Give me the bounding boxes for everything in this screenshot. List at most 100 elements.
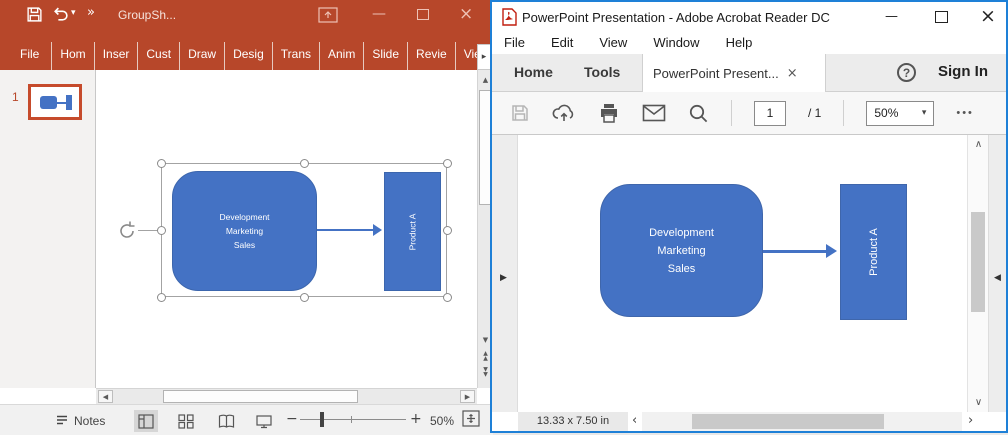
zoom-slider-thumb[interactable] bbox=[320, 412, 324, 427]
selection-handle-top-center[interactable] bbox=[300, 159, 309, 168]
zoom-percentage[interactable]: 50% bbox=[430, 414, 454, 428]
screen: ▾ » GroupSh... — × File Hom Inser Cust D… bbox=[0, 0, 1008, 435]
selection-handle-bottom-left[interactable] bbox=[157, 293, 166, 302]
ribbon-tab-scroll-right[interactable]: ▸ bbox=[477, 44, 491, 70]
menu-file[interactable]: File bbox=[504, 35, 525, 50]
thumbnail-process-shape bbox=[40, 96, 57, 109]
scroll-left-arrow[interactable]: ◀ bbox=[98, 390, 113, 403]
page-number-input[interactable]: 1 bbox=[754, 101, 786, 126]
selection-handle-middle-right[interactable] bbox=[443, 226, 452, 235]
selection-handle-top-left[interactable] bbox=[157, 159, 166, 168]
zoom-out-button[interactable]: − bbox=[286, 411, 298, 427]
pdf-connector-arrowhead bbox=[826, 244, 837, 258]
slide-1-thumbnail[interactable] bbox=[28, 84, 82, 120]
save-icon[interactable] bbox=[26, 6, 43, 28]
ppt-tab-file[interactable]: File bbox=[8, 42, 52, 70]
zoom-in-button[interactable]: + bbox=[410, 411, 422, 427]
zoom-slider-track[interactable] bbox=[300, 419, 406, 420]
ppt-close-button[interactable]: × bbox=[459, 4, 473, 24]
slideshow-view-button[interactable] bbox=[252, 410, 276, 432]
acrobat-minimize-button[interactable]: — bbox=[885, 9, 898, 24]
acrobat-titlebar[interactable]: PowerPoint Presentation - Adobe Acrobat … bbox=[492, 2, 1006, 31]
ppt-tab-transitions[interactable]: Trans bbox=[273, 42, 320, 70]
tools-pane-strip: ◀ bbox=[988, 135, 1006, 412]
tab-tools[interactable]: Tools bbox=[584, 64, 620, 80]
help-icon[interactable]: ? bbox=[897, 63, 916, 82]
sign-in-button[interactable]: Sign In bbox=[938, 63, 988, 80]
reading-view-button[interactable] bbox=[214, 410, 238, 432]
ppt-status-bar: Notes − + 50% bbox=[0, 404, 493, 435]
toolbar-separator bbox=[731, 100, 732, 126]
pdf-page[interactable]: Development Marketing Sales Product A bbox=[518, 135, 967, 412]
undo-dropdown-caret[interactable]: ▾ bbox=[71, 8, 76, 18]
expand-nav-pane-button[interactable]: ▶ bbox=[500, 273, 507, 283]
menu-window[interactable]: Window bbox=[653, 35, 699, 50]
menu-view[interactable]: View bbox=[599, 35, 627, 50]
tab-home[interactable]: Home bbox=[514, 64, 553, 80]
more-tools-button[interactable]: ••• bbox=[956, 107, 974, 119]
search-icon[interactable] bbox=[688, 103, 709, 124]
hscroll-right-chevron[interactable]: › bbox=[968, 413, 973, 428]
ppt-tab-design[interactable]: Desig bbox=[225, 42, 273, 70]
ppt-tab-review[interactable]: Revie bbox=[408, 42, 456, 70]
notes-label: Notes bbox=[74, 414, 105, 428]
email-icon[interactable] bbox=[642, 104, 666, 122]
acrobat-maximize-button[interactable] bbox=[935, 11, 948, 23]
selection-handle-bottom-center[interactable] bbox=[300, 293, 309, 302]
menu-help[interactable]: Help bbox=[726, 35, 753, 50]
rotation-handle-icon[interactable] bbox=[115, 219, 139, 248]
scroll-right-arrow[interactable]: ▶ bbox=[460, 390, 475, 403]
pdf-connector-arrow bbox=[763, 250, 827, 253]
ppt-horizontal-scroll-thumb[interactable] bbox=[163, 390, 358, 403]
slide-number: 1 bbox=[12, 90, 19, 104]
print-icon[interactable] bbox=[598, 103, 620, 123]
save-icon[interactable] bbox=[510, 103, 530, 123]
ppt-tab-custom[interactable]: Cust bbox=[138, 42, 180, 70]
selection-handle-bottom-right[interactable] bbox=[443, 293, 452, 302]
ppt-tab-insert[interactable]: Inser bbox=[95, 42, 139, 70]
product-shape[interactable]: Product A bbox=[384, 172, 441, 291]
process-line-2: Marketing bbox=[226, 224, 263, 238]
ppt-tab-draw[interactable]: Draw bbox=[180, 42, 225, 70]
pdf-process-line-2: Marketing bbox=[657, 242, 705, 260]
thumbnail-arrow bbox=[57, 102, 66, 104]
ppt-tab-slideshow[interactable]: Slide bbox=[364, 42, 408, 70]
qat-more-button[interactable]: » bbox=[87, 5, 95, 20]
acrobat-close-button[interactable]: × bbox=[980, 5, 996, 27]
ppt-minimize-button[interactable]: — bbox=[372, 6, 386, 22]
selection-handle-middle-left[interactable] bbox=[157, 226, 166, 235]
acrobat-vertical-scroll-thumb[interactable] bbox=[971, 212, 985, 312]
document-tab-close-icon[interactable]: × bbox=[787, 66, 798, 81]
scroll-up-chevron[interactable]: ∧ bbox=[968, 139, 989, 150]
notes-button[interactable]: Notes bbox=[55, 412, 105, 429]
connector-arrow[interactable] bbox=[317, 229, 374, 231]
acrobat-horizontal-scrollbar[interactable] bbox=[642, 412, 962, 431]
menu-edit[interactable]: Edit bbox=[551, 35, 573, 50]
pdf-process-shape: Development Marketing Sales bbox=[600, 184, 763, 317]
zoom-dropdown-caret: ▾ bbox=[922, 108, 927, 118]
scroll-down-chevron[interactable]: ∨ bbox=[968, 397, 989, 408]
ppt-maximize-button[interactable] bbox=[417, 9, 429, 20]
expand-tools-pane-button[interactable]: ◀ bbox=[994, 273, 1001, 283]
ppt-horizontal-scrollbar[interactable]: ◀ ▶ bbox=[96, 388, 477, 404]
slide-sorter-view-button[interactable] bbox=[174, 410, 198, 432]
acrobat-horizontal-scroll-thumb[interactable] bbox=[692, 414, 884, 429]
pdf-file-icon bbox=[501, 8, 517, 31]
share-upload-icon[interactable] bbox=[552, 103, 576, 123]
ppt-titlebar[interactable]: ▾ » GroupSh... — × bbox=[0, 0, 493, 30]
undo-icon[interactable] bbox=[52, 6, 69, 28]
pdf-process-line-1: Development bbox=[649, 224, 714, 242]
acrobat-vertical-scrollbar[interactable]: ∧ ∨ bbox=[967, 135, 988, 412]
hscroll-left-chevron[interactable]: ‹ bbox=[632, 413, 637, 428]
ribbon-display-options-button[interactable] bbox=[318, 7, 338, 26]
normal-view-button[interactable] bbox=[134, 410, 158, 432]
selection-handle-top-right[interactable] bbox=[443, 159, 452, 168]
zoom-level-dropdown[interactable]: 50% ▾ bbox=[866, 101, 934, 126]
toolbar-separator bbox=[843, 100, 844, 126]
ppt-tab-animations[interactable]: Anim bbox=[320, 42, 364, 70]
fit-slide-to-window-button[interactable] bbox=[462, 410, 480, 430]
process-shape[interactable]: Development Marketing Sales bbox=[172, 171, 317, 291]
acrobat-bottom-bar: 13.33 x 7.50 in ‹ › bbox=[492, 412, 1006, 431]
tab-document[interactable]: PowerPoint Present... × bbox=[642, 54, 826, 92]
ppt-tab-home[interactable]: Hom bbox=[52, 42, 94, 70]
